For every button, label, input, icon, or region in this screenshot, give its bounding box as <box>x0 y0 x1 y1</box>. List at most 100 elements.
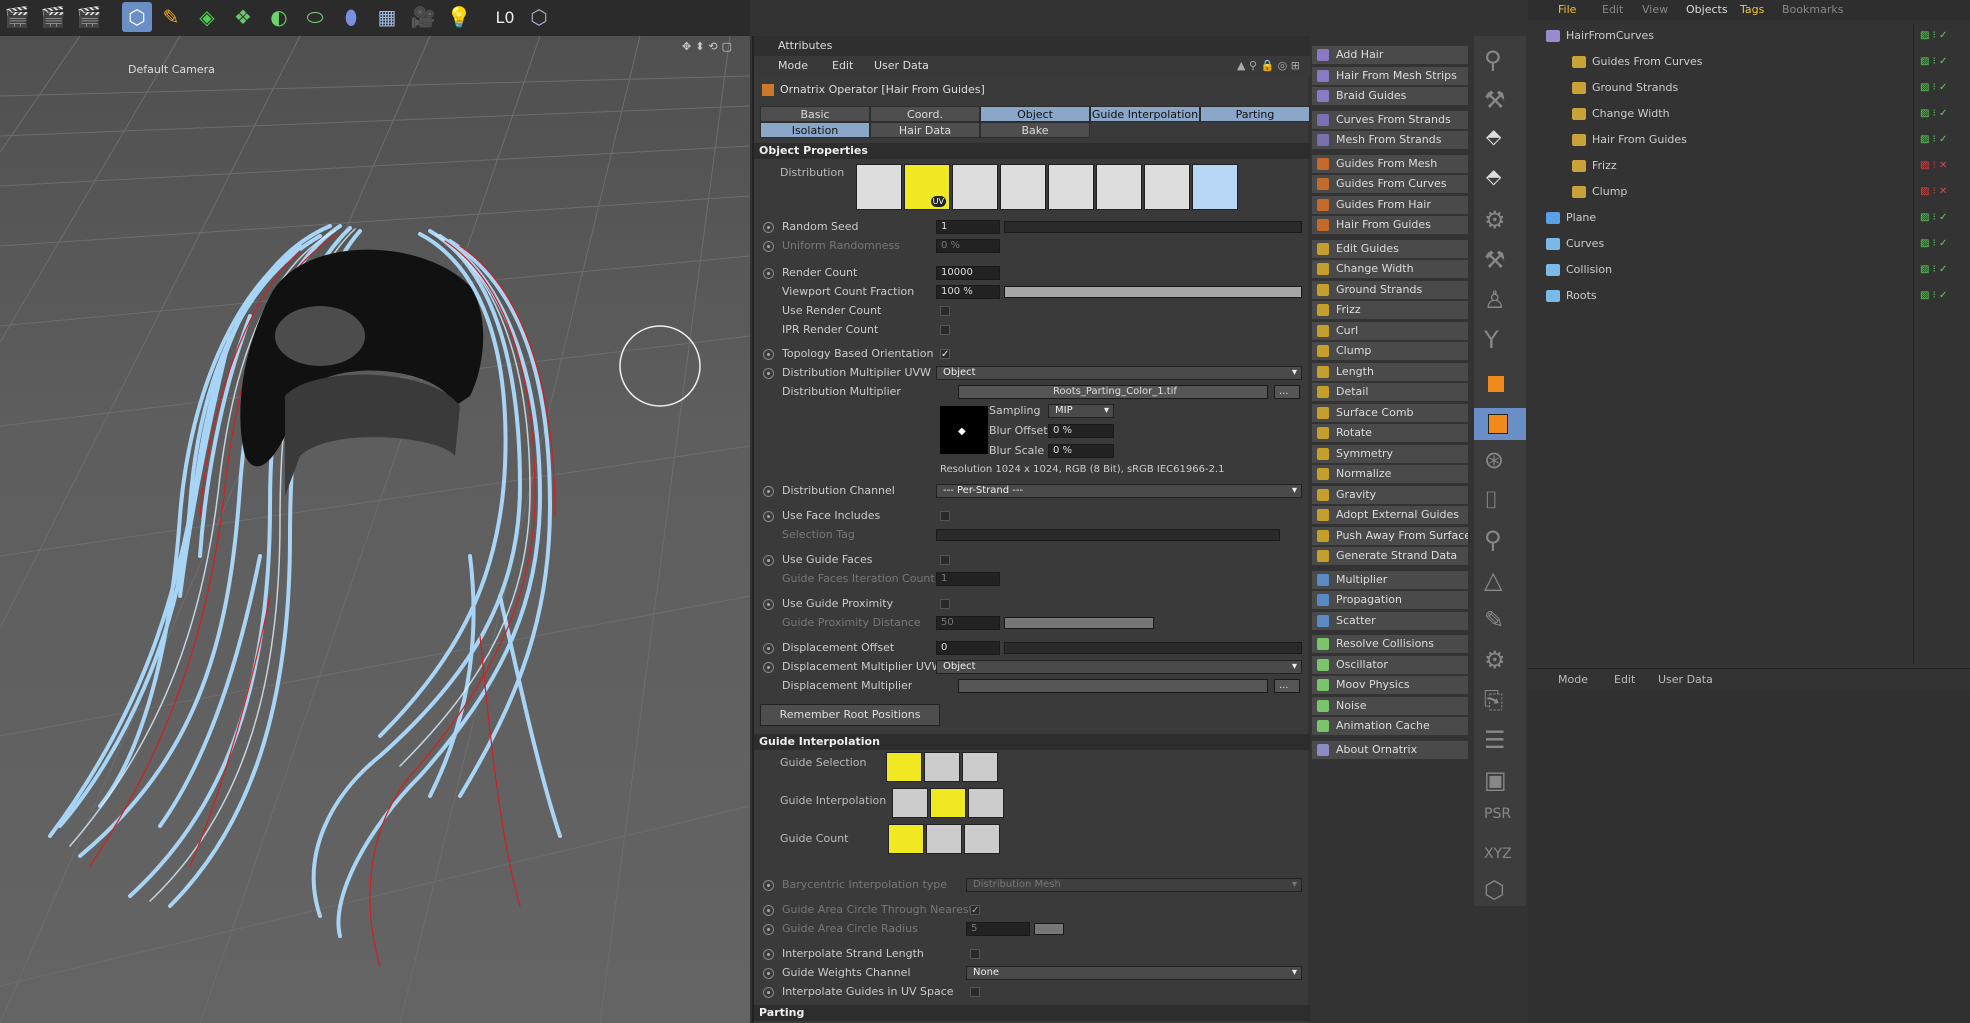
array-icon[interactable]: ❖ <box>228 2 258 32</box>
orange-square-icon[interactable] <box>1488 376 1504 392</box>
object-visibility-icon[interactable]: ▨ ⁝ ✓ <box>1920 50 1947 74</box>
command-propagation[interactable]: Propagation <box>1312 591 1468 609</box>
command-about-ornatrix[interactable]: About Ornatrix <box>1312 740 1468 759</box>
layer-icon[interactable]: L0 <box>490 2 520 32</box>
tab-coord[interactable]: Coord. <box>870 106 980 122</box>
search-icon[interactable]: ▲ ⚲ 🔒 ◎ ⊞ <box>1237 56 1300 76</box>
grid-icon[interactable]: ▦ <box>372 2 402 32</box>
dist-mult-file[interactable]: Roots_Parting_Color_1.tif <box>958 385 1268 399</box>
random-seed-field[interactable]: 1 <box>936 220 1000 234</box>
guide-count-option-1[interactable] <box>888 824 924 854</box>
command-ground-strands[interactable]: Ground Strands <box>1312 280 1468 299</box>
bone-icon[interactable]: ⚒ <box>1484 246 1506 274</box>
render-picture-icon[interactable]: 🎬 <box>38 2 68 32</box>
command-noise[interactable]: Noise <box>1312 696 1468 715</box>
command-animation-cache[interactable]: Animation Cache <box>1312 717 1468 735</box>
command-change-width[interactable]: Change Width <box>1312 260 1468 278</box>
camera-icon[interactable]: 🎥 <box>408 2 438 32</box>
object-clump[interactable]: Clump ▨ ⁝ ✕ <box>1528 180 1970 204</box>
random-seed-slider[interactable] <box>1004 221 1302 233</box>
guide-weights-dropdown[interactable]: None <box>966 966 1302 980</box>
object-change-width[interactable]: Change Width ▨ ⁝ ✓ <box>1528 102 1970 126</box>
distribution-option-uv[interactable]: UV <box>904 164 950 210</box>
disp-offset-slider[interactable] <box>1004 642 1302 654</box>
command-moov-physics[interactable]: Moov Physics <box>1312 676 1468 694</box>
guide-area-radius-field[interactable]: 5 <box>966 922 1030 936</box>
psr-icon[interactable]: PSR <box>1484 806 1511 822</box>
menu-edit-om[interactable]: Edit <box>1602 3 1623 16</box>
object-visibility-icon[interactable]: ▨ ⁝ ✓ <box>1920 206 1947 230</box>
object-plane[interactable]: Plane ▨ ⁝ ✓ <box>1528 206 1970 230</box>
command-detail[interactable]: Detail <box>1312 383 1468 401</box>
command-gravity[interactable]: Gravity <box>1312 485 1468 504</box>
cylinder-icon[interactable]: ⌷ <box>1484 486 1498 514</box>
camera-label[interactable]: Default Camera <box>128 63 215 76</box>
object-visibility-icon[interactable]: ▨ ⁝ ✓ <box>1920 102 1947 126</box>
dist-mult-uvw-dropdown[interactable]: Object <box>936 366 1302 380</box>
command-rotate[interactable]: Rotate <box>1312 424 1468 442</box>
render-count-field[interactable]: 10000 <box>936 266 1000 280</box>
object-visibility-icon[interactable]: ▨ ⁝ ✓ <box>1920 76 1947 100</box>
tab-bake[interactable]: Bake <box>980 122 1090 138</box>
figure-icon[interactable]: ♙ <box>1484 286 1506 314</box>
command-symmetry[interactable]: Symmetry <box>1312 444 1468 463</box>
render-view-icon[interactable]: 🎬 <box>2 2 32 32</box>
primitive2-icon[interactable]: ⬘ <box>1486 164 1501 188</box>
guide-selection-option-3[interactable] <box>962 752 998 782</box>
object-visibility-icon[interactable]: ▨ ⁝ ✓ <box>1920 284 1947 308</box>
object-visibility-icon[interactable]: ▨ ⁝ ✓ <box>1920 258 1947 282</box>
menu-mode[interactable]: Mode <box>778 56 808 76</box>
guide-count-option-3[interactable] <box>964 824 1000 854</box>
deform-icon[interactable]: ⊛ <box>1484 446 1504 474</box>
use-render-count-checkbox[interactable] <box>940 306 950 316</box>
scene-icon[interactable]: ⬭ <box>300 2 330 32</box>
distribution-option-3[interactable] <box>952 164 998 210</box>
disp-mult-file[interactable] <box>958 679 1268 693</box>
blur-scale-field[interactable]: 0 % <box>1048 444 1114 458</box>
gear-icon[interactable]: ⚙ <box>1484 646 1506 674</box>
object-guides-from-curves[interactable]: Guides From Curves ▨ ⁝ ✓ <box>1528 50 1970 74</box>
command-curves-from-strands[interactable]: Curves From Strands <box>1312 110 1468 129</box>
menu-view[interactable]: View <box>1642 3 1668 16</box>
use-face-includes-checkbox[interactable] <box>940 511 950 521</box>
command-generate-strand-data[interactable]: Generate Strand Data <box>1312 547 1468 565</box>
active-tool-icon[interactable] <box>1474 408 1526 440</box>
attr2-menu-mode[interactable]: Mode <box>1558 673 1588 686</box>
distribution-option-uniform[interactable] <box>856 164 902 210</box>
ipr-render-count-checkbox[interactable] <box>940 325 950 335</box>
object-frizz[interactable]: Frizz ▨ ⁝ ✕ <box>1528 154 1970 178</box>
viewport-count-slider[interactable] <box>1004 286 1302 298</box>
command-hair-from-guides[interactable]: Hair From Guides <box>1312 216 1468 234</box>
object-visibility-icon[interactable]: ▨ ⁝ ✓ <box>1920 232 1947 256</box>
menu-edit[interactable]: Edit <box>832 56 853 76</box>
guide-area-radius-slider[interactable] <box>1034 923 1064 935</box>
3d-viewport[interactable]: Default Camera ✥⬍⟲▢ <box>0 36 750 1023</box>
tab-basic[interactable]: Basic <box>760 106 870 122</box>
guide-area-circle-checkbox[interactable]: ✓ <box>970 905 980 916</box>
viewport-nav-icons[interactable]: ✥⬍⟲▢ <box>682 40 736 53</box>
cube-icon[interactable]: ⬡ <box>122 2 152 32</box>
pen-icon[interactable]: ✎ <box>156 2 186 32</box>
xref-icon[interactable]: ⬡ <box>524 2 554 32</box>
dist-channel-dropdown[interactable]: --- Per-Strand --- <box>936 484 1302 498</box>
command-frizz[interactable]: Frizz <box>1312 301 1468 319</box>
command-guides-from-mesh[interactable]: Guides From Mesh <box>1312 154 1468 173</box>
object-ground-strands[interactable]: Ground Strands ▨ ⁝ ✓ <box>1528 76 1970 100</box>
dist-mult-browse-button[interactable]: ... <box>1274 385 1300 399</box>
light-icon[interactable]: 💡 <box>444 2 474 32</box>
branch-icon[interactable]: Y <box>1484 326 1499 354</box>
distribution-option-8[interactable] <box>1192 164 1238 210</box>
sampling-dropdown[interactable]: MIP <box>1048 404 1114 418</box>
object-visibility-icon[interactable]: ▨ ⁝ ✕ <box>1920 180 1947 204</box>
tab-isolation[interactable]: Isolation <box>760 122 870 138</box>
menu-file[interactable]: File <box>1558 3 1576 16</box>
object-visibility-icon[interactable]: ▨ ⁝ ✓ <box>1920 24 1947 48</box>
command-edit-guides[interactable]: Edit Guides <box>1312 239 1468 258</box>
command-add-hair[interactable]: Add Hair <box>1312 46 1468 64</box>
distribution-option-5[interactable] <box>1048 164 1094 210</box>
tab-object[interactable]: Object <box>980 106 1090 122</box>
command-surface-comb[interactable]: Surface Comb <box>1312 403 1468 422</box>
command-length[interactable]: Length <box>1312 362 1468 381</box>
command-adopt-external-guides[interactable]: Adopt External Guides <box>1312 506 1468 524</box>
command-oscillator[interactable]: Oscillator <box>1312 655 1468 674</box>
